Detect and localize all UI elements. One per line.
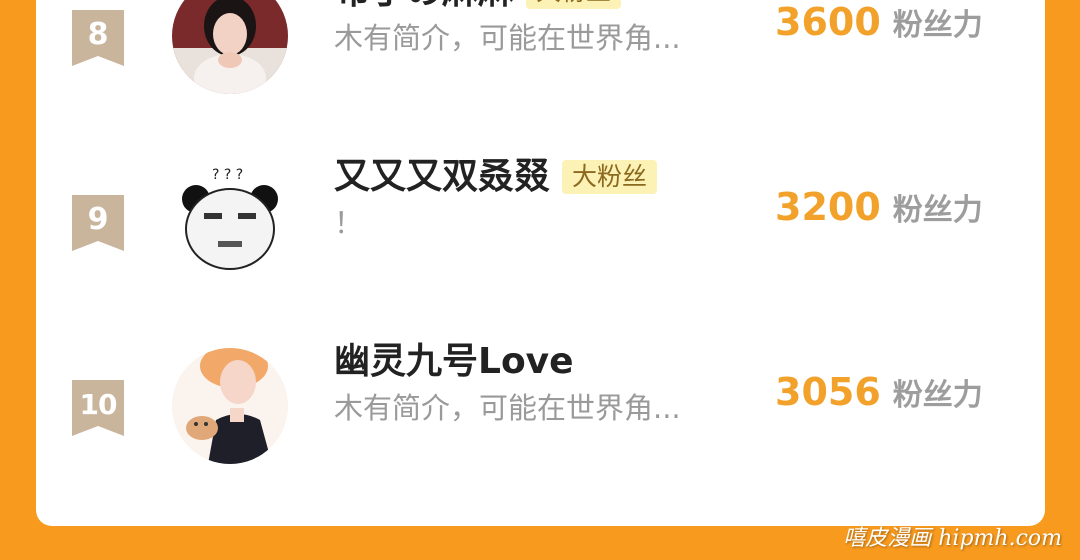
fan-score-unit: 粉丝力 <box>892 193 983 228</box>
rank-number: 10 <box>79 388 118 421</box>
fan-score: 3600 粉丝力 <box>775 0 983 44</box>
user-name-line: 布丁の麻麻 大粉丝 <box>334 0 622 14</box>
user-name-line: 幽灵九号Love <box>334 340 574 384</box>
ranking-row[interactable]: 10 幽灵九号Love 木有简介，可能在世界角... 3056 粉丝力 <box>36 341 1045 490</box>
avatar[interactable] <box>172 348 288 464</box>
fan-score-unit: 粉丝力 <box>892 8 983 43</box>
fan-score-value: 3200 <box>775 185 881 229</box>
user-name[interactable]: 又又又双叒叕 <box>334 155 550 199</box>
rank-ribbon-icon: 10 <box>72 380 124 436</box>
rank-ribbon-icon: 8 <box>72 10 124 66</box>
ranking-row[interactable]: 9 ? ? ? 又又又双叒叕 大粉丝 ！ 3200 粉丝力 <box>36 156 1045 305</box>
fan-score-value: 3056 <box>775 370 881 414</box>
fan-score: 3056 粉丝力 <box>775 370 983 414</box>
ranking-row[interactable]: 8 布丁の麻麻 大粉丝 木有简介，可能在世界角... 3600 粉丝力 <box>36 0 1045 120</box>
fan-score: 3200 粉丝力 <box>775 185 983 229</box>
rank-ribbon-icon: 9 <box>72 195 124 251</box>
user-bio: ！ <box>334 206 364 240</box>
fan-level-badge: 大粉丝 <box>526 0 622 9</box>
rank-number: 9 <box>87 202 109 237</box>
fan-ranking-card: 8 布丁の麻麻 大粉丝 木有简介，可能在世界角... 3600 粉丝力 <box>36 0 1045 526</box>
user-name[interactable]: 幽灵九号Love <box>334 340 574 384</box>
svg-text:? ? ?: ? ? ? <box>212 167 243 183</box>
rank-number: 8 <box>87 17 109 52</box>
user-name-line: 又又又双叒叕 大粉丝 <box>334 155 658 199</box>
avatar[interactable] <box>172 0 288 94</box>
fan-score-value: 3600 <box>775 0 881 44</box>
fan-score-unit: 粉丝力 <box>892 378 983 413</box>
avatar[interactable]: ? ? ? <box>172 163 288 279</box>
user-bio: 木有简介，可能在世界角... <box>334 21 681 55</box>
user-name[interactable]: 布丁の麻麻 <box>334 0 514 14</box>
site-watermark: 嘻皮漫画 hipmh.com <box>843 526 1062 551</box>
user-bio: 木有简介，可能在世界角... <box>334 391 681 425</box>
fan-level-badge: 大粉丝 <box>562 160 658 194</box>
